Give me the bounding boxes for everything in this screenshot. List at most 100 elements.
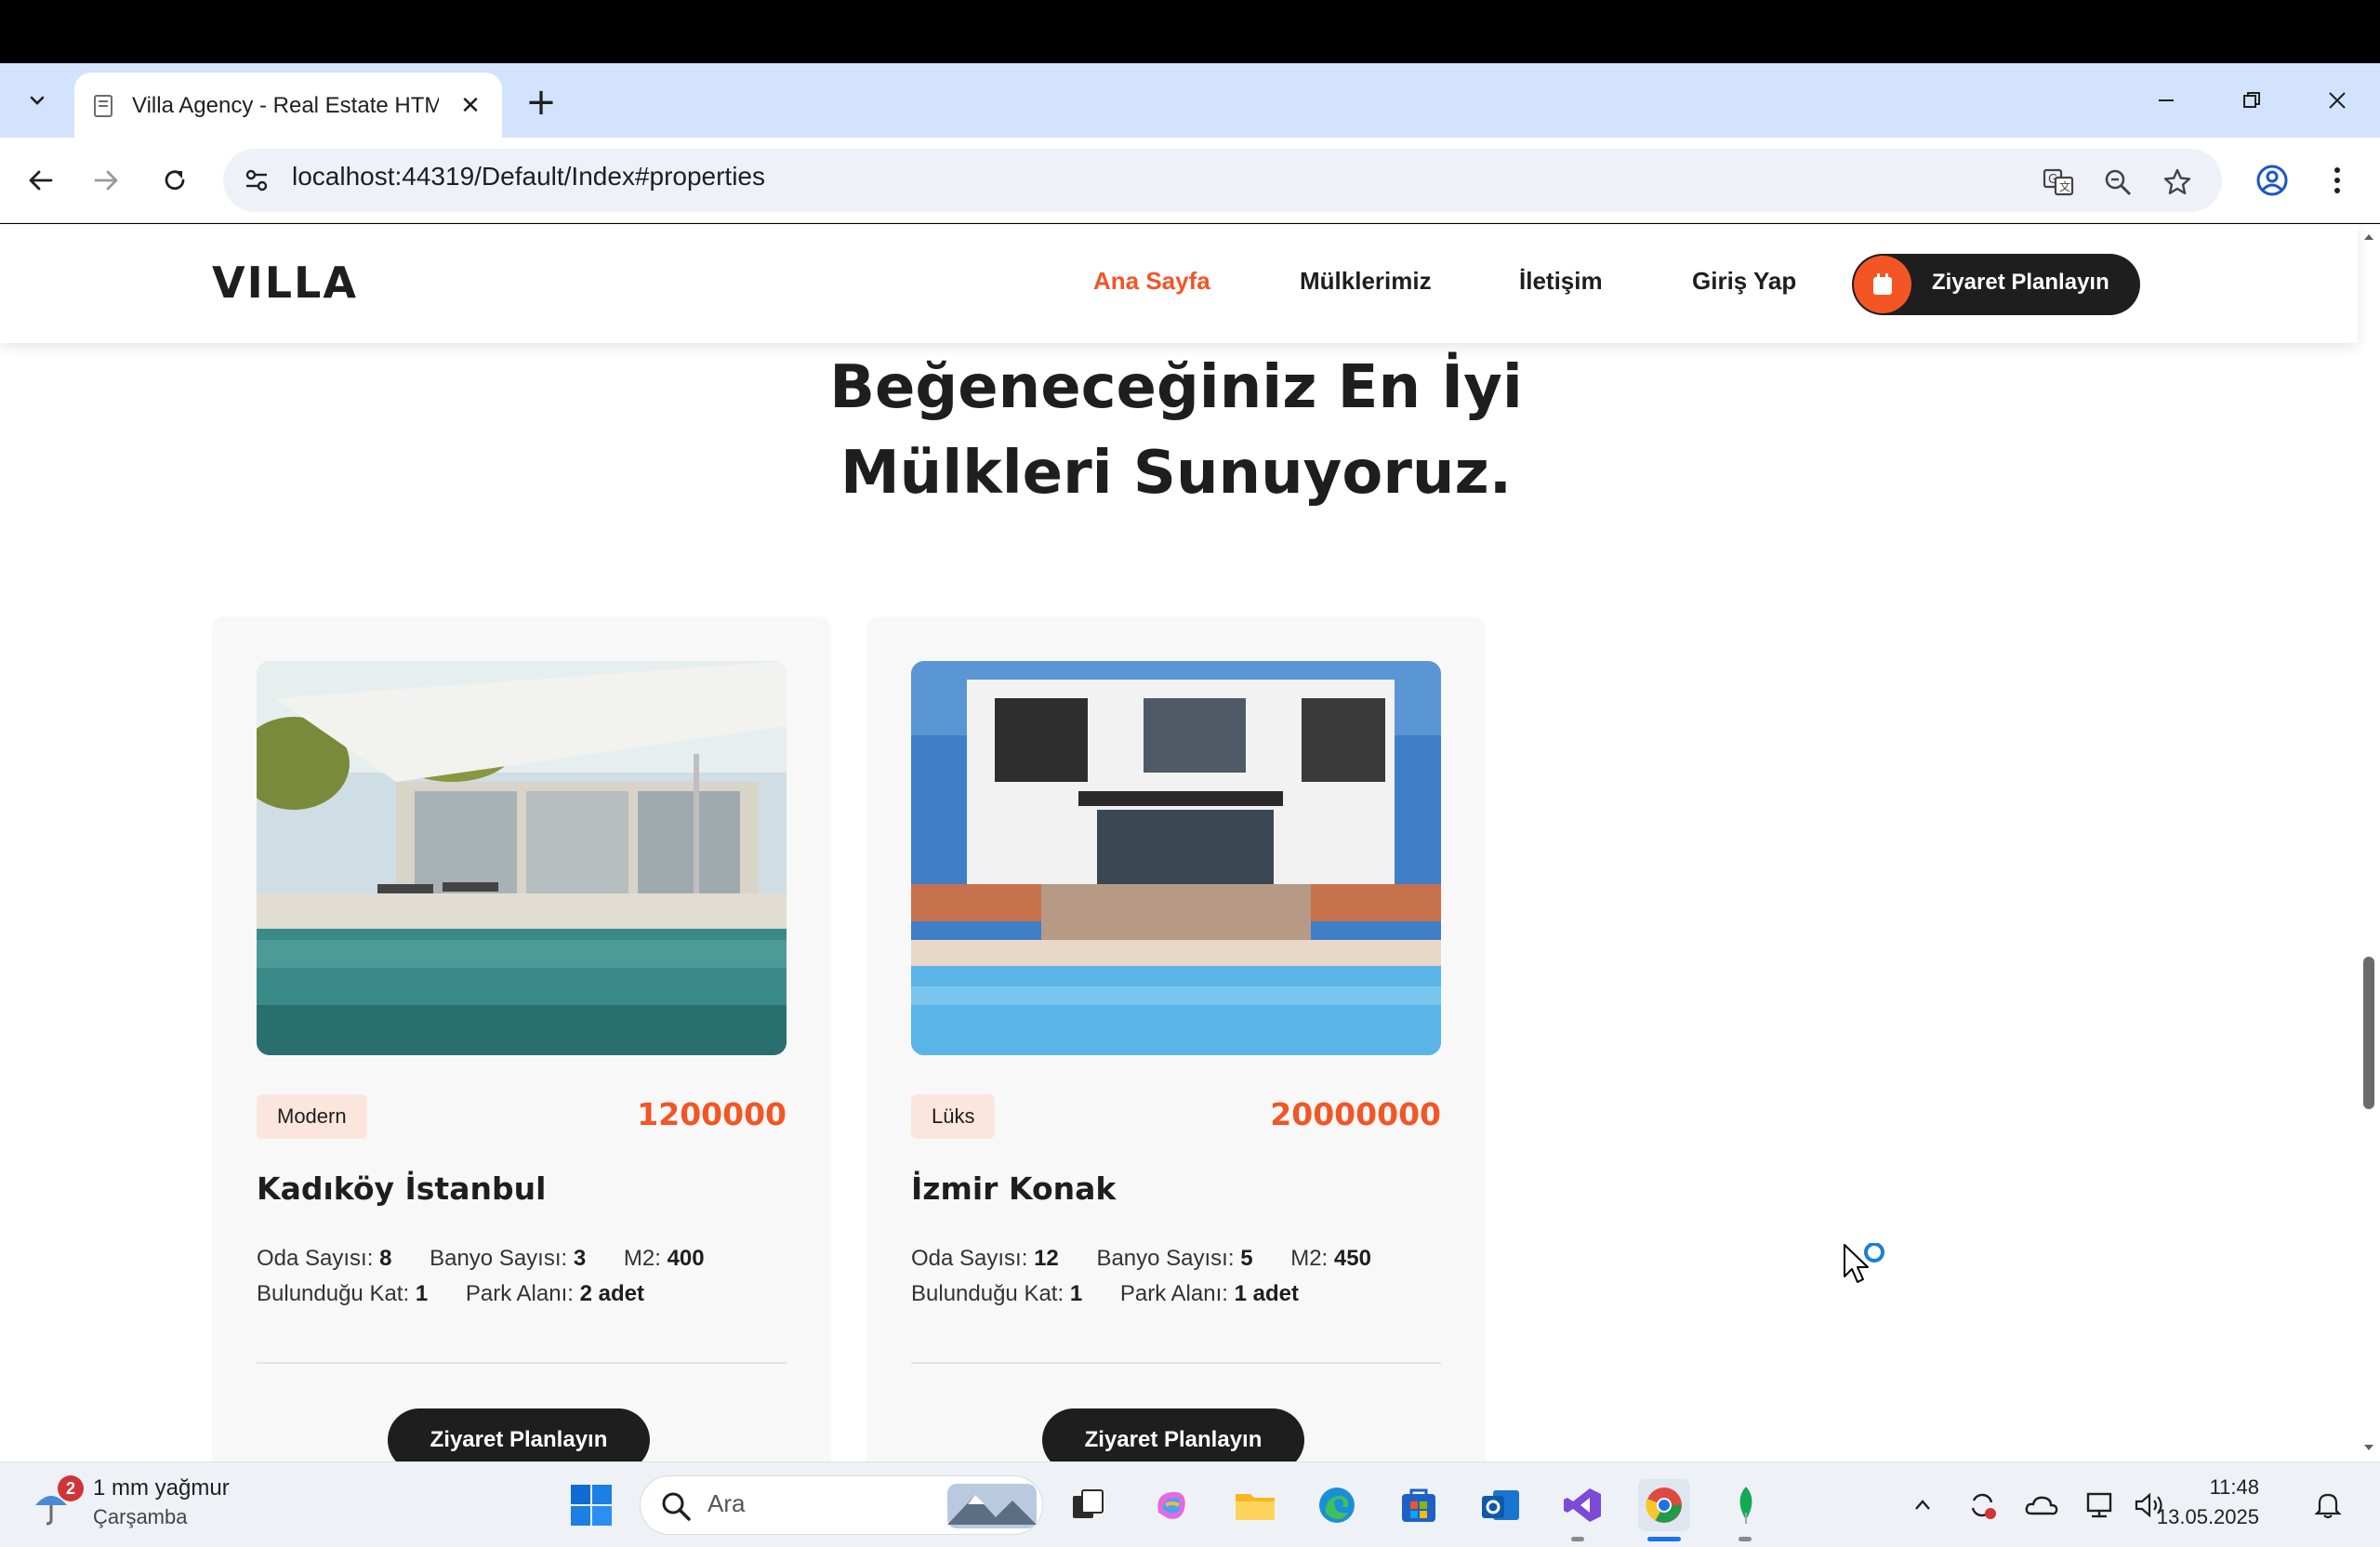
scrollbar-thumb[interactable]	[2363, 957, 2374, 1109]
active-indicator	[1647, 1537, 1681, 1541]
property-card: Modern 1200000 Kadıköy İstanbul Oda Sayı…	[212, 616, 831, 1461]
spec-parking: Park Alanı: 2 adet	[465, 1281, 644, 1306]
busy-cursor-icon	[1844, 1243, 1884, 1283]
browser-menu-button[interactable]	[2315, 158, 2360, 203]
section-title-line-1: Beğeneceğiniz En İyi	[829, 353, 1523, 422]
schedule-visit-label: Ziyaret Planlayın	[1932, 270, 2109, 295]
tab-title: Villa Agency - Real Estate HTML	[132, 93, 439, 118]
clock-time[interactable]: 11:48	[2138, 1475, 2259, 1500]
close-icon	[2329, 92, 2346, 109]
sync-icon[interactable]	[1964, 1487, 2001, 1524]
outlook-icon[interactable]	[1474, 1479, 1527, 1531]
property-category-badge: Lüks	[911, 1094, 996, 1139]
browser-tab-active[interactable]: Villa Agency - Real Estate HTML ✕	[74, 73, 502, 138]
profile-icon	[2256, 165, 2288, 196]
property-schedule-button[interactable]: Ziyaret Planlayın	[388, 1408, 650, 1461]
bookmark-star-icon[interactable]	[2159, 164, 2196, 201]
new-tab-button[interactable]: +	[522, 81, 560, 124]
notifications-button[interactable]	[2309, 1487, 2347, 1524]
property-schedule-button[interactable]: Ziyaret Planlayın	[1042, 1408, 1304, 1461]
running-indicator	[1571, 1537, 1584, 1541]
search-icon	[662, 1492, 691, 1521]
nav-properties[interactable]: Mülklerimiz	[1300, 267, 1432, 296]
translate-icon[interactable]: G文	[2040, 164, 2077, 201]
site-logo[interactable]: VILLA	[212, 258, 358, 308]
weather-text[interactable]: 1 mm yağmur	[93, 1475, 230, 1501]
chevron-up-icon	[1915, 1500, 1930, 1510]
copilot-icon[interactable]	[1145, 1479, 1197, 1531]
url-text: localhost:44319/Default/Index#properties	[292, 162, 766, 191]
spec-floor: Bulunduğu Kat: 1	[911, 1281, 1083, 1306]
profile-button[interactable]	[2250, 158, 2294, 203]
nav-home[interactable]: Ana Sayfa	[1093, 267, 1210, 296]
chevron-down-icon	[30, 96, 45, 105]
page-scrollbar[interactable]	[2358, 224, 2380, 1461]
restore-button[interactable]	[2224, 82, 2280, 119]
restore-icon	[2243, 92, 2260, 108]
arrow-left-icon	[29, 170, 53, 191]
spec-baths: Banyo Sayısı: 5	[1096, 1246, 1253, 1271]
close-window-button[interactable]	[2309, 82, 2365, 119]
running-indicator	[1739, 1537, 1752, 1541]
search-highlight-image	[947, 1484, 1037, 1528]
nav-login[interactable]: Giriş Yap	[1692, 267, 1796, 296]
task-view-icon[interactable]	[1062, 1479, 1114, 1531]
browser-toolbar: localhost:44319/Default/Index#properties…	[0, 138, 2380, 223]
taskbar-search[interactable]: Ara	[640, 1475, 1043, 1535]
page-icon	[94, 95, 112, 117]
spec-baths: Banyo Sayısı: 3	[430, 1246, 587, 1271]
close-tab-icon[interactable]: ✕	[456, 91, 485, 121]
reload-icon	[165, 170, 185, 191]
property-title[interactable]: Kadıköy İstanbul	[257, 1170, 546, 1207]
back-button[interactable]	[19, 158, 63, 203]
card-divider	[911, 1362, 1441, 1364]
more-vertical-icon	[2334, 167, 2340, 193]
property-price: 20000000	[1270, 1096, 1441, 1132]
spec-rooms: Oda Sayısı: 12	[911, 1246, 1059, 1271]
spec-area: M2: 400	[623, 1246, 705, 1271]
scroll-up-icon[interactable]	[2361, 230, 2376, 245]
taskbar: 2 1 mm yağmur Çarşamba Ara 11:48 13.05.2…	[0, 1461, 2380, 1547]
property-specs: Oda Sayısı: 12 Banyo Sayısı: 5 M2: 450 B…	[911, 1241, 1441, 1312]
property-specs: Oda Sayısı: 8 Banyo Sayısı: 3 M2: 400 Bu…	[257, 1241, 787, 1312]
spec-floor: Bulunduğu Kat: 1	[257, 1281, 429, 1306]
onedrive-icon[interactable]	[2023, 1487, 2060, 1524]
site-header: VILLA Ana Sayfa Mülklerimiz İletişim Gir…	[0, 224, 2358, 343]
forward-button[interactable]	[84, 158, 128, 203]
microsoft-store-icon[interactable]	[1393, 1479, 1445, 1531]
tab-search-button[interactable]	[15, 80, 60, 121]
weather-day: Çarşamba	[93, 1505, 188, 1528]
show-hidden-icons-button[interactable]	[1904, 1487, 1941, 1524]
start-button[interactable]	[565, 1479, 617, 1531]
notification-badge: 2	[58, 1475, 84, 1501]
address-bar[interactable]: localhost:44319/Default/Index#properties…	[223, 149, 2222, 212]
property-price: 1200000	[637, 1096, 787, 1132]
spec-area: M2: 450	[1290, 1246, 1371, 1271]
property-card: Lüks 20000000 İzmir Konak Oda Sayısı: 12…	[866, 616, 1486, 1461]
spec-rooms: Oda Sayısı: 8	[257, 1246, 392, 1271]
spec-parking: Park Alanı: 1 adet	[1119, 1281, 1299, 1306]
network-icon[interactable]	[2082, 1487, 2120, 1524]
minimize-button[interactable]	[2138, 82, 2194, 119]
edge-icon[interactable]	[1311, 1479, 1363, 1531]
reload-button[interactable]	[152, 158, 197, 203]
clock-date[interactable]: 13.05.2025	[2120, 1505, 2259, 1529]
mongodb-icon[interactable]	[1720, 1479, 1772, 1531]
chrome-icon[interactable]	[1638, 1479, 1690, 1531]
site-info-icon[interactable]	[240, 164, 273, 197]
section-title-line-2: Mülkleri Sunuyoruz.	[840, 439, 1513, 508]
property-title[interactable]: İzmir Konak	[911, 1170, 1116, 1207]
schedule-visit-button[interactable]: Ziyaret Planlayın	[1852, 254, 2140, 315]
minimize-icon	[2159, 99, 2174, 101]
property-image[interactable]	[911, 661, 1441, 1055]
visual-studio-icon[interactable]	[1556, 1479, 1608, 1531]
arrow-right-icon	[94, 170, 118, 191]
search-placeholder: Ara	[707, 1489, 746, 1517]
property-category-badge: Modern	[257, 1094, 367, 1139]
file-explorer-icon[interactable]	[1229, 1479, 1281, 1531]
screen: Villa Agency - Real Estate HTML ✕ + loca…	[0, 0, 2380, 1547]
nav-contact[interactable]: İletişim	[1519, 267, 1603, 296]
property-image[interactable]	[257, 661, 787, 1055]
zoom-icon[interactable]	[2099, 164, 2136, 201]
scroll-down-icon[interactable]	[2361, 1440, 2376, 1455]
